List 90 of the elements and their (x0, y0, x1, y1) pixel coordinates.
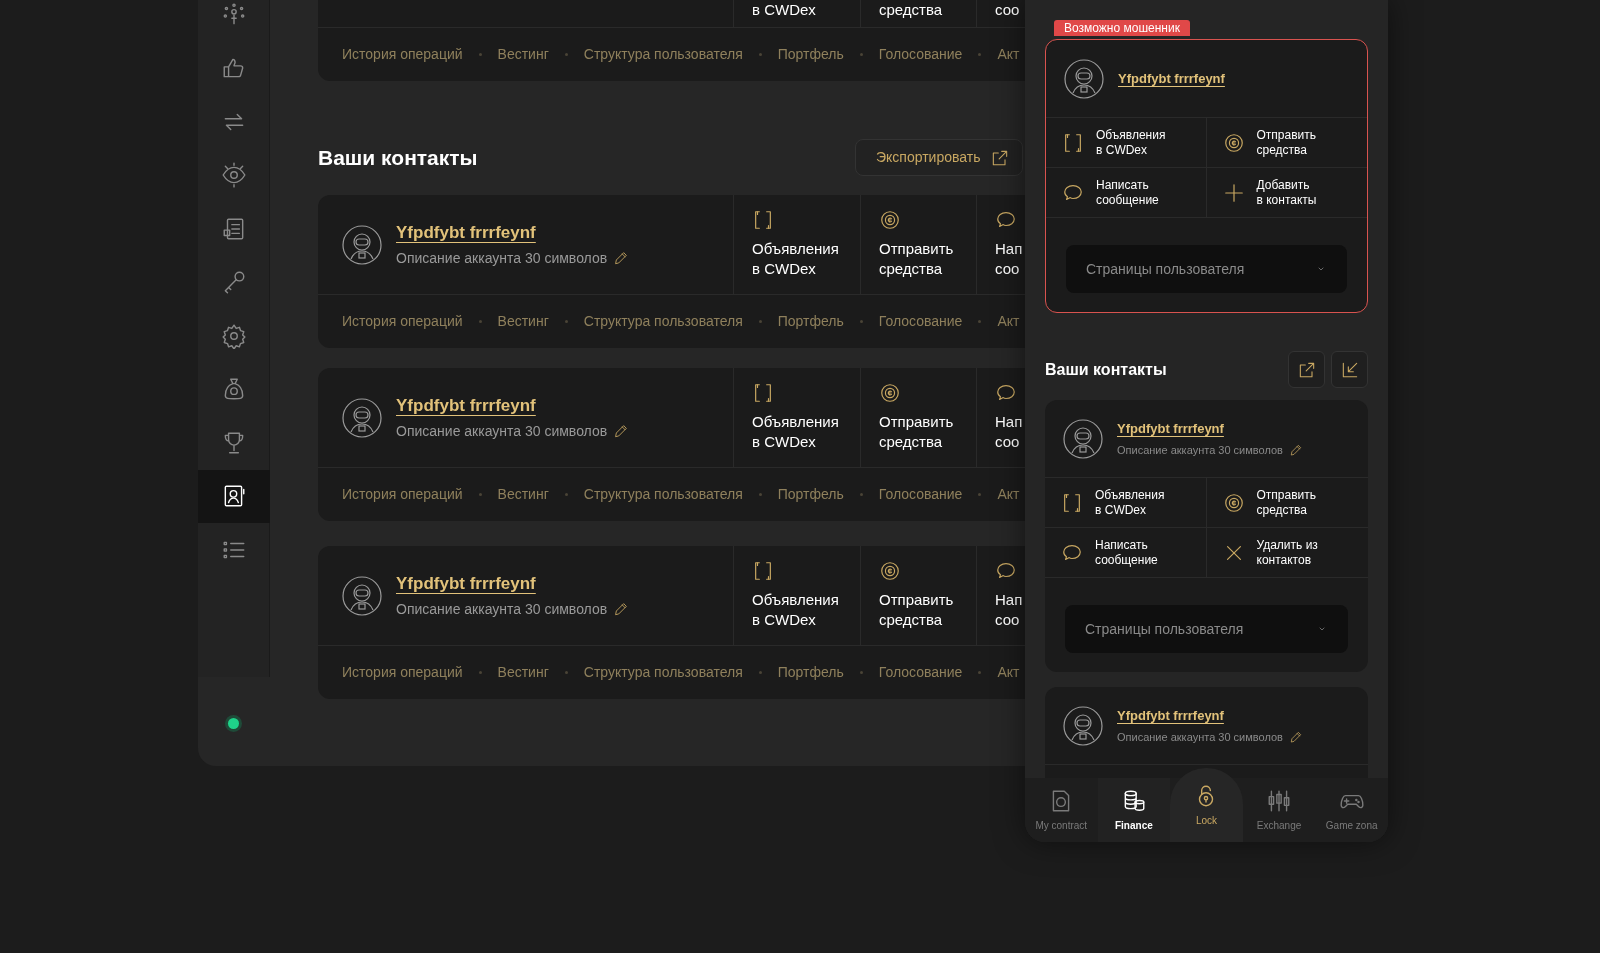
action-button[interactable]: Объявления в CWDex (733, 368, 860, 467)
profile-link[interactable]: Структура пользователя (583, 662, 743, 683)
profile-link[interactable]: История операций (342, 484, 463, 505)
action-button[interactable]: Написать сообщение (1045, 528, 1207, 578)
bracket-frame-icon (1061, 491, 1083, 514)
action-button[interactable]: Удалить из контактов (1206, 528, 1368, 578)
edit-pencil-icon (613, 601, 630, 618)
astronaut-avatar-icon (342, 575, 382, 616)
profile-link[interactable]: Вестинг (497, 311, 549, 332)
account-description: Описание аккаунта 30 символов (396, 248, 608, 268)
export-button[interactable] (1288, 351, 1325, 388)
profile-link[interactable]: Акт (997, 311, 1020, 332)
profile-link[interactable]: Портфель (777, 484, 844, 505)
account-description: Описание аккаунта 30 символов (1117, 729, 1283, 745)
profile-link[interactable]: Вестинг (497, 44, 549, 65)
action-button[interactable]: Объявления в CWDex (1045, 478, 1207, 528)
edit-pencil-icon (613, 423, 630, 440)
settings-icon (221, 322, 247, 349)
profile-link[interactable]: Голосование (878, 311, 963, 332)
profile-link[interactable]: Портфель (777, 662, 844, 683)
action-button[interactable]: Добавить в контакты (1206, 168, 1367, 218)
action-button[interactable]: Отправить средства (860, 195, 976, 294)
coin-icon (879, 209, 901, 231)
astronaut-avatar-icon (1064, 58, 1104, 99)
action-button[interactable]: Отправить средства (1206, 118, 1367, 168)
profile-link[interactable]: Структура пользователя (583, 44, 743, 65)
bracket-frame-icon (752, 560, 774, 582)
profile-link[interactable]: Акт (997, 662, 1020, 683)
action-button[interactable]: Отправить средства (860, 368, 976, 467)
profile-link[interactable]: Вестинг (497, 484, 549, 505)
section-title: Ваши контакты (318, 144, 478, 171)
profile-link[interactable]: Голосование (878, 662, 963, 683)
profile-link[interactable]: Акт (997, 484, 1020, 505)
astronaut-avatar-icon (1063, 418, 1103, 459)
plus-icon (1222, 181, 1245, 204)
edit-pencil-icon (613, 250, 630, 267)
coin-icon (879, 382, 901, 404)
nav-tab[interactable]: Lock (1170, 768, 1243, 842)
nav-tab[interactable]: Game zona (1315, 778, 1388, 842)
astronaut-avatar-icon (1063, 705, 1103, 746)
contact-name[interactable]: Yfpdfybt frrrfeynf (1117, 706, 1303, 726)
sidebar-item[interactable] (198, 469, 270, 523)
section-title: Ваши контакты (1045, 359, 1167, 380)
action-button[interactable]: Объявления в CWDex (1046, 118, 1207, 168)
eye-icon (221, 162, 247, 189)
profile-link[interactable]: Структура пользователя (583, 311, 743, 332)
action-button[interactable]: Отправить средства (1206, 478, 1368, 528)
import-button[interactable] (1331, 351, 1368, 388)
nav-tab[interactable]: My contract (1025, 778, 1098, 842)
fraud-warning-badge: Возможно мошенник (1054, 20, 1190, 36)
coin-icon (1222, 131, 1245, 154)
action-label: в CWDex (752, 0, 817, 20)
action-label: средства (879, 0, 944, 20)
nav-tab[interactable]: Exchange (1242, 778, 1316, 842)
user-pages-dropdown[interactable]: Страницы пользователя (1066, 245, 1347, 293)
astronaut-avatar-icon (342, 224, 382, 265)
action-button[interactable]: Отправить средства (860, 546, 976, 645)
contact-name[interactable]: Yfpdfybt frrrfeynf (396, 571, 630, 597)
nav-tab[interactable]: Finance (1097, 778, 1171, 842)
bracket-frame-icon (752, 209, 774, 231)
contact-name[interactable]: Yfpdfybt frrrfeynf (1118, 68, 1225, 89)
edit-pencil-icon (1288, 442, 1303, 457)
export-button[interactable]: Экспортировать (855, 139, 1023, 176)
profile-link[interactable]: Вестинг (497, 662, 549, 683)
profile-link[interactable]: Акт (997, 44, 1020, 65)
profile-link[interactable]: История операций (342, 311, 463, 332)
action-button[interactable]: Объявления в CWDex (733, 195, 860, 294)
coin-icon (879, 560, 901, 582)
action-button[interactable]: Написать сообщение (1046, 168, 1207, 218)
bracket-frame-icon (752, 382, 774, 404)
account-description: Описание аккаунта 30 символов (396, 421, 608, 441)
profile-link[interactable]: Структура пользователя (583, 484, 743, 505)
action-button[interactable]: Объявления в CWDex (733, 546, 860, 645)
profile-link[interactable]: Голосование (878, 44, 963, 65)
profile-link[interactable]: Голосование (878, 484, 963, 505)
contact-name[interactable]: Yfpdfybt frrrfeynf (396, 220, 630, 246)
contact-name[interactable]: Yfpdfybt frrrfeynf (396, 393, 630, 419)
edit-pencil-icon (1288, 729, 1303, 744)
bracket-frame-icon (1062, 131, 1084, 154)
action-label: соо (995, 0, 1021, 20)
profile-link[interactable]: История операций (342, 662, 463, 683)
contact-name[interactable]: Yfpdfybt frrrfeynf (1117, 419, 1303, 439)
astronaut-avatar-icon (342, 397, 382, 438)
profile-link[interactable]: Портфель (777, 311, 844, 332)
account-description: Описание аккаунта 30 символов (396, 599, 608, 619)
coin-icon (1222, 491, 1245, 514)
profile-link[interactable]: История операций (342, 44, 463, 65)
user-pages-dropdown[interactable]: Страницы пользователя (1065, 605, 1348, 653)
account-description: Описание аккаунта 30 символов (1117, 442, 1283, 458)
profile-link[interactable]: Портфель (777, 44, 844, 65)
